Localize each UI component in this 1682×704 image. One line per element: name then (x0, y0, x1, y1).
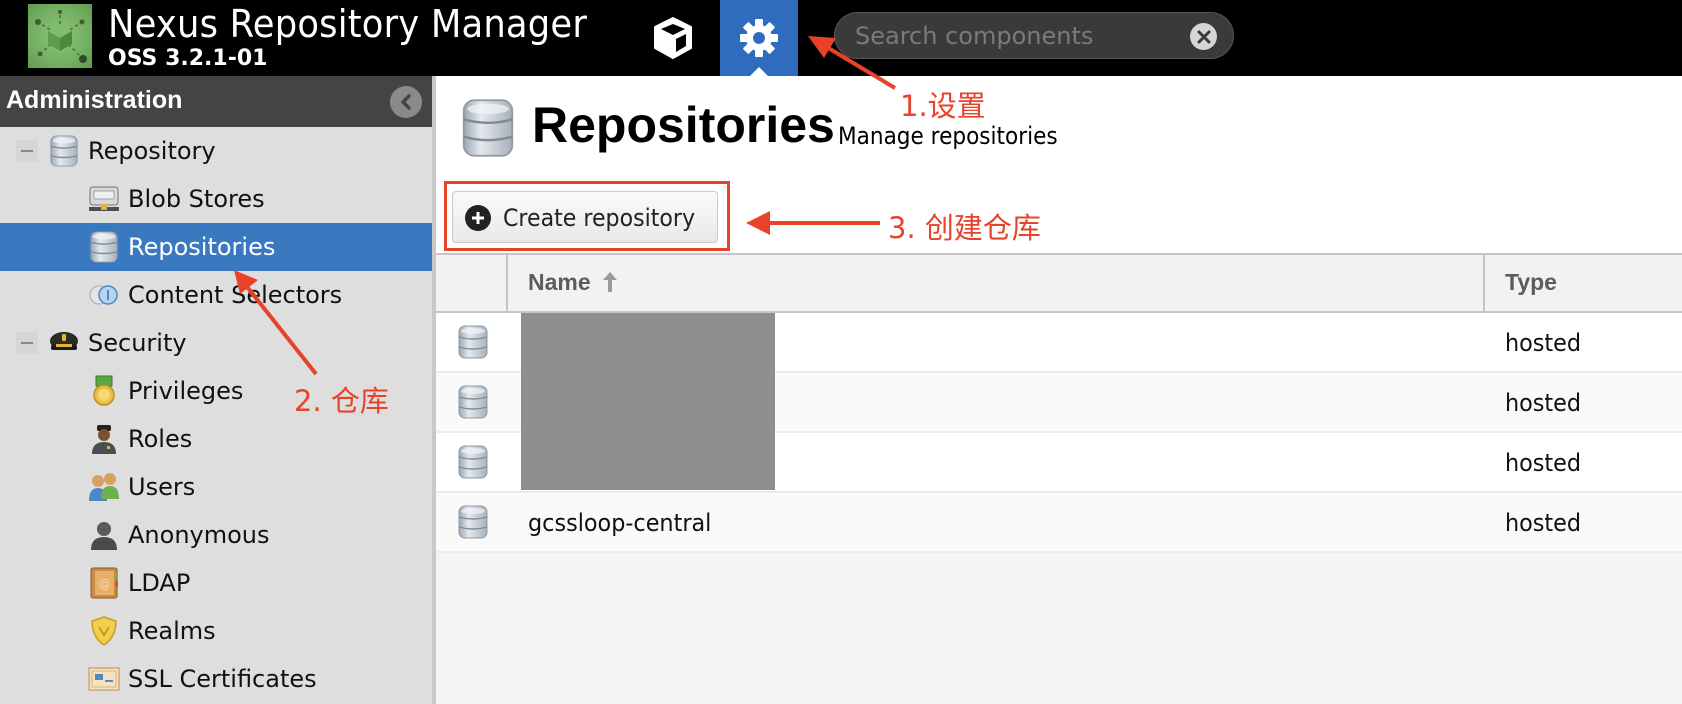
police-cap-icon (50, 332, 78, 350)
sidebar-item-label: Anonymous (128, 521, 270, 549)
sidebar-item-label: Content Selectors (128, 281, 343, 309)
sidebar-item-label: Users (128, 473, 196, 501)
nexus-logo (28, 4, 92, 68)
database-icon (458, 445, 488, 479)
sidebar-item-blob-stores[interactable]: Blob Stores (0, 175, 432, 223)
sidebar-item-label: Repository (88, 137, 216, 165)
top-header-bar: Nexus Repository Manager OSS 3.2.1-01 (0, 0, 1682, 76)
database-icon (458, 385, 488, 419)
page-title: Repositories (532, 97, 835, 153)
close-icon (1197, 30, 1210, 43)
sidebar-item-ldap[interactable]: @ LDAP (0, 559, 432, 607)
gear-icon (740, 19, 778, 57)
repository-type: hosted (1505, 329, 1582, 357)
sidebar-header: Administration (0, 76, 432, 127)
sidebar-item-label: Roles (128, 425, 193, 453)
chevron-left-icon (401, 94, 411, 110)
repository-type: hosted (1505, 449, 1582, 477)
database-icon (458, 505, 488, 539)
browse-mode-button[interactable] (634, 0, 712, 76)
medal-icon (93, 375, 115, 406)
certificate-icon (88, 667, 120, 691)
selectors-icon (89, 285, 118, 305)
sidebar-item-label: Blob Stores (128, 185, 265, 213)
sidebar-group-repository[interactable]: Repository (0, 127, 432, 175)
sort-ascending-icon (603, 272, 618, 292)
sidebar-item-realms[interactable]: Realms (0, 607, 432, 655)
cube-icon (654, 17, 692, 59)
collapse-toggle[interactable] (16, 140, 38, 162)
sidebar-group-security[interactable]: Security (0, 319, 432, 367)
collapse-toggle[interactable] (16, 332, 38, 354)
repository-type: hosted (1505, 389, 1582, 417)
search-box[interactable] (834, 12, 1234, 59)
column-header-type[interactable]: Type (1505, 269, 1557, 296)
search-input[interactable] (855, 19, 1185, 52)
server-icon (89, 186, 119, 211)
annotation-step-3: 3. 创建仓库 (888, 211, 1041, 245)
column-separator[interactable] (1483, 255, 1485, 311)
table-row[interactable]: gcssloop-central hosted (436, 493, 1682, 553)
address-book-icon: @ (90, 567, 118, 599)
annotation-step-1: 1.设置 (900, 89, 986, 123)
sidebar-item-roles[interactable]: Roles (0, 415, 432, 463)
officer-icon (92, 425, 116, 454)
column-separator[interactable] (506, 255, 508, 311)
sidebar-item-label: Realms (128, 617, 216, 645)
anonymous-user-icon (91, 522, 117, 550)
sidebar-item-label: Privileges (128, 377, 244, 405)
administration-mode-button[interactable] (720, 0, 798, 76)
sidebar-item-label: LDAP (128, 569, 191, 597)
annotation-step-2: 2. 仓库 (294, 384, 389, 418)
database-icon (462, 96, 514, 160)
database-icon (48, 135, 80, 167)
database-icon (88, 231, 120, 263)
shield-icon (91, 616, 117, 646)
collapse-sidebar-button[interactable] (390, 86, 422, 118)
app-version: OSS 3.2.1-01 (108, 46, 268, 71)
clear-search-button[interactable] (1190, 23, 1217, 50)
sidebar-item-label: Repositories (128, 233, 276, 261)
sidebar-title: Administration (6, 86, 183, 114)
nexus-logo-icon (35, 10, 87, 63)
redacted-names-block (521, 313, 775, 490)
sidebar-item-label: Security (88, 329, 187, 357)
repository-type: hosted (1505, 509, 1582, 537)
sidebar-item-label: SSL Certificates (128, 665, 317, 693)
grid-header: Name Type (436, 253, 1682, 313)
sidebar-item-anonymous[interactable]: Anonymous (0, 511, 432, 559)
users-icon (89, 473, 119, 501)
sidebar-item-repositories[interactable]: Repositories (0, 223, 432, 271)
repository-name: gcssloop-central (528, 509, 712, 537)
app-title: Nexus Repository Manager (108, 2, 588, 46)
svg-text:@: @ (99, 577, 111, 591)
page-subtitle: Manage repositories (838, 122, 1058, 150)
column-header-name[interactable]: Name (528, 269, 619, 296)
sidebar-item-users[interactable]: Users (0, 463, 432, 511)
main-content: Repositories Manage repositories Create … (436, 76, 1682, 704)
annotation-highlight-box (444, 181, 730, 251)
sidebar-item-ssl-certificates[interactable]: SSL Certificates (0, 655, 432, 703)
active-mode-pointer (750, 67, 768, 76)
database-icon (458, 325, 488, 359)
sidebar-item-content-selectors[interactable]: Content Selectors (0, 271, 432, 319)
